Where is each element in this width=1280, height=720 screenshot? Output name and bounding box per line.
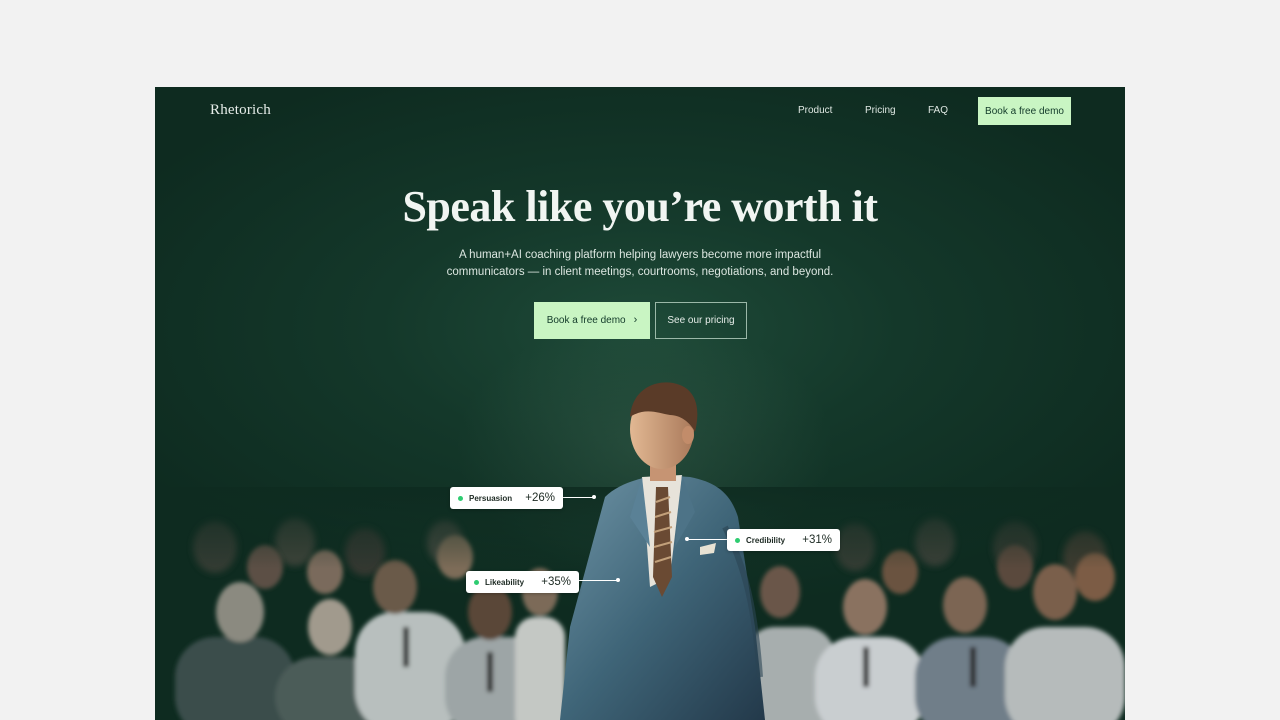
hero-book-demo-button[interactable]: Book a free demo › [534,302,650,339]
metric-label: Credibility [746,535,786,545]
metric-chip-likeability: Likeability +35% [466,571,579,593]
hero-subtitle-line-1: A human+AI coaching platform helping law… [458,249,822,261]
metric-chip-persuasion: Persuasion +26% [450,487,563,509]
nav-book-demo-button[interactable]: Book a free demo [978,97,1071,125]
landing-page: Persuasion +26% Credibility +31% Likeabi… [155,87,1125,720]
nav-link-product[interactable]: Product [798,105,832,116]
chevron-right-icon: › [633,314,638,326]
credibility-connector [689,539,727,540]
metric-label: Likeability [485,577,525,587]
likeability-connector [579,580,617,581]
nav-link-pricing[interactable]: Pricing [865,105,896,116]
metric-value: +26% [525,492,555,504]
persuasion-connector [563,497,593,498]
likeability-anchor [616,578,620,582]
metric-chip-credibility: Credibility +31% [727,529,840,551]
hero-see-pricing-label: See our pricing [667,315,735,326]
hero-title: Speak like you’re worth it [402,182,878,231]
status-dot-icon [735,537,740,543]
nav-link-faq[interactable]: FAQ [928,105,948,116]
hero-book-demo-label: Book a free demo [546,315,626,326]
metric-value: +35% [541,576,571,588]
hero-subtitle: A human+AI coaching platform helping law… [415,247,865,281]
hero-subtitle-line-2: communicators — in client meetings, cour… [446,266,834,278]
top-navigation: Rhetorich Product Pricing FAQ Book a fre… [155,87,1125,135]
brand-logo[interactable]: Rhetorich [210,102,271,119]
persuasion-anchor [592,495,596,499]
metric-label: Persuasion [469,493,513,503]
status-dot-icon [474,579,479,585]
hero-see-pricing-button[interactable]: See our pricing [655,302,747,339]
status-dot-icon [458,495,463,501]
credibility-anchor [685,537,689,541]
metric-value: +31% [802,534,832,546]
